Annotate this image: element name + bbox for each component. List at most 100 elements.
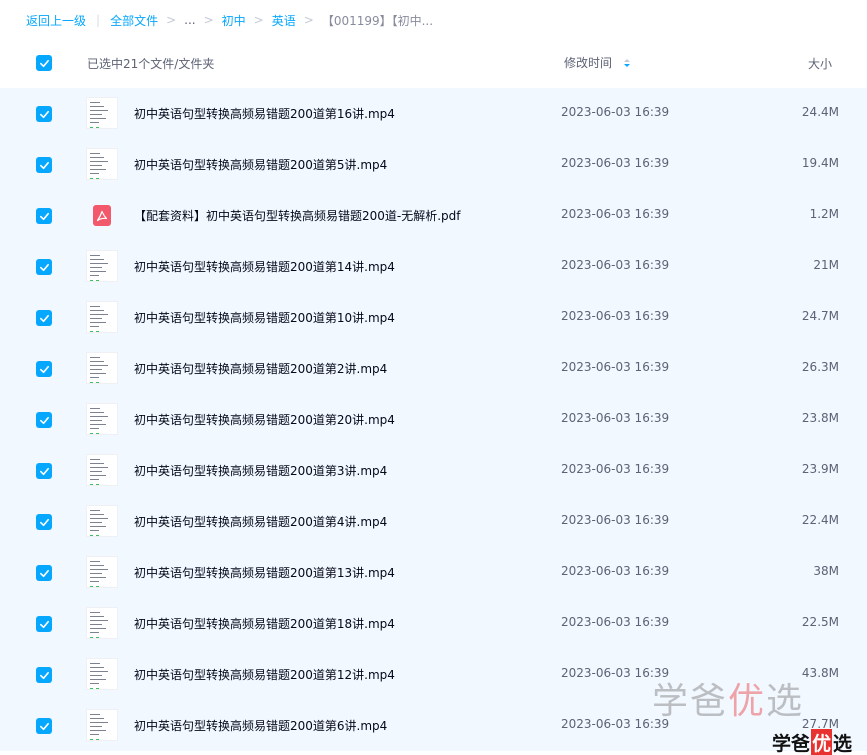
file-size: 26.3M [801, 360, 839, 374]
checkmark-icon [39, 110, 49, 118]
chevron-right-icon: > [303, 13, 314, 27]
chevron-right-icon: > [253, 13, 264, 27]
file-modified-time: 2023-06-03 16:39 [561, 105, 670, 119]
file-modified-time: 2023-06-03 16:39 [561, 615, 670, 629]
breadcrumb-all-files[interactable]: 全部文件 [110, 12, 158, 29]
checkmark-icon [39, 314, 49, 322]
checkmark-icon [39, 722, 49, 730]
video-thumbnail [86, 556, 118, 588]
file-size: 22.4M [801, 513, 839, 527]
file-name[interactable]: 初中英语句型转换高频易错题200道第12讲.mp4 [134, 666, 395, 683]
video-thumbnail [86, 658, 118, 690]
file-size: 22.5M [801, 615, 839, 629]
pdf-file-icon [93, 205, 111, 226]
file-size: 21M [813, 258, 839, 272]
file-checkbox[interactable] [36, 667, 52, 683]
file-row[interactable]: 初中英语句型转换高频易错题200道第2讲.mp4 2023-06-03 16:39… [0, 343, 867, 394]
file-size: 24.4M [801, 105, 839, 119]
file-row[interactable]: 初中英语句型转换高频易错题200道第3讲.mp4 2023-06-03 16:39… [0, 445, 867, 496]
file-name[interactable]: 初中英语句型转换高频易错题200道第13讲.mp4 [134, 564, 395, 581]
video-thumbnail [86, 301, 118, 333]
file-modified-time: 2023-06-03 16:39 [561, 309, 670, 323]
file-name[interactable]: 初中英语句型转换高频易错题200道第10讲.mp4 [134, 309, 395, 326]
file-name[interactable]: 初中英语句型转换高频易错题200道第18讲.mp4 [134, 615, 395, 632]
file-checkbox[interactable] [36, 565, 52, 581]
video-thumbnail [86, 97, 118, 129]
file-name[interactable]: 初中英语句型转换高频易错题200道第14讲.mp4 [134, 258, 395, 275]
file-name[interactable]: 初中英语句型转换高频易错题200道第5讲.mp4 [134, 156, 387, 173]
file-row[interactable]: 初中英语句型转换高频易错题200道第14讲.mp4 2023-06-03 16:3… [0, 241, 867, 292]
file-modified-time: 2023-06-03 16:39 [561, 411, 670, 425]
video-thumbnail [86, 505, 118, 537]
file-size: 38M [813, 564, 839, 578]
file-size: 1.2M [809, 207, 839, 221]
file-row[interactable]: 初中英语句型转换高频易错题200道第5讲.mp4 2023-06-03 16:39… [0, 139, 867, 190]
file-row[interactable]: 初中英语句型转换高频易错题200道第4讲.mp4 2023-06-03 16:39… [0, 496, 867, 547]
checkmark-icon [39, 467, 49, 475]
file-name[interactable]: 【配套资料】初中英语句型转换高频易错题200道-无解析.pdf [134, 207, 461, 224]
file-row[interactable]: 初中英语句型转换高频易错题200道第20讲.mp4 2023-06-03 16:3… [0, 394, 867, 445]
file-name[interactable]: 初中英语句型转换高频易错题200道第20讲.mp4 [134, 411, 395, 428]
breadcrumb-level2[interactable]: 英语 [272, 12, 296, 29]
column-header-size[interactable]: 大小 [808, 55, 832, 72]
checkmark-icon [39, 365, 49, 373]
breadcrumb: 返回上一级 | 全部文件 > ... > 初中 > 英语 > 【001199】【… [26, 11, 433, 29]
file-name[interactable]: 初中英语句型转换高频易错题200道第4讲.mp4 [134, 513, 387, 530]
file-name[interactable]: 初中英语句型转换高频易错题200道第2讲.mp4 [134, 360, 387, 377]
file-modified-time: 2023-06-03 16:39 [561, 207, 670, 221]
select-all-checkbox[interactable] [36, 55, 52, 71]
chevron-right-icon: > [166, 13, 177, 27]
video-thumbnail [86, 709, 118, 741]
file-size: 19.4M [801, 156, 839, 170]
breadcrumb-ellipsis[interactable]: ... [184, 13, 195, 27]
file-checkbox[interactable] [36, 259, 52, 275]
chevron-right-icon: > [203, 13, 214, 27]
column-header-time-label: 修改时间 [564, 56, 613, 70]
file-list: 初中英语句型转换高频易错题200道第16讲.mp4 2023-06-03 16:3… [0, 88, 867, 751]
video-thumbnail [86, 403, 118, 435]
file-checkbox[interactable] [36, 616, 52, 632]
sort-icon[interactable] [624, 58, 631, 67]
checkmark-icon [39, 212, 49, 220]
file-row[interactable]: 初中英语句型转换高频易错题200道第18讲.mp4 2023-06-03 16:3… [0, 598, 867, 649]
list-header: 已选中21个文件/文件夹 修改时间 大小 [0, 40, 867, 86]
video-thumbnail [86, 352, 118, 384]
file-modified-time: 2023-06-03 16:39 [561, 564, 670, 578]
file-size: 23.8M [801, 411, 839, 425]
file-checkbox[interactable] [36, 463, 52, 479]
file-checkbox[interactable] [36, 208, 52, 224]
file-checkbox[interactable] [36, 412, 52, 428]
file-row[interactable]: 初中英语句型转换高频易错题200道第16讲.mp4 2023-06-03 16:3… [0, 88, 867, 139]
checkmark-icon [39, 569, 49, 577]
video-thumbnail [86, 454, 118, 486]
file-checkbox[interactable] [36, 718, 52, 734]
file-size: 23.9M [801, 462, 839, 476]
video-thumbnail [86, 607, 118, 639]
file-checkbox[interactable] [36, 361, 52, 377]
checkmark-icon [39, 518, 49, 526]
video-thumbnail [86, 250, 118, 282]
file-name[interactable]: 初中英语句型转换高频易错题200道第16讲.mp4 [134, 105, 395, 122]
file-checkbox[interactable] [36, 514, 52, 530]
checkmark-icon [39, 671, 49, 679]
file-checkbox[interactable] [36, 310, 52, 326]
column-header-time[interactable]: 修改时间 [564, 54, 631, 71]
back-link[interactable]: 返回上一级 [26, 12, 86, 29]
file-name[interactable]: 初中英语句型转换高频易错题200道第3讲.mp4 [134, 462, 387, 479]
selected-count-text: 已选中21个文件/文件夹 [87, 57, 215, 71]
file-modified-time: 2023-06-03 16:39 [561, 513, 670, 527]
breadcrumb-current: 【001199】【初中... [321, 13, 434, 28]
file-checkbox[interactable] [36, 157, 52, 173]
checkmark-icon [39, 263, 49, 271]
breadcrumb-divider: | [96, 13, 101, 27]
watermark: 学爸优选 [652, 681, 805, 722]
file-checkbox[interactable] [36, 106, 52, 122]
checkmark-icon [39, 620, 49, 628]
file-row[interactable]: 初中英语句型转换高频易错题200道第13讲.mp4 2023-06-03 16:3… [0, 547, 867, 598]
file-row[interactable]: 【配套资料】初中英语句型转换高频易错题200道-无解析.pdf 2023-06-0… [0, 190, 867, 241]
breadcrumb-level1[interactable]: 初中 [222, 12, 246, 29]
file-modified-time: 2023-06-03 16:39 [561, 258, 670, 272]
file-row[interactable]: 初中英语句型转换高频易错题200道第10讲.mp4 2023-06-03 16:3… [0, 292, 867, 343]
file-modified-time: 2023-06-03 16:39 [561, 156, 670, 170]
file-name[interactable]: 初中英语句型转换高频易错题200道第6讲.mp4 [134, 717, 387, 734]
